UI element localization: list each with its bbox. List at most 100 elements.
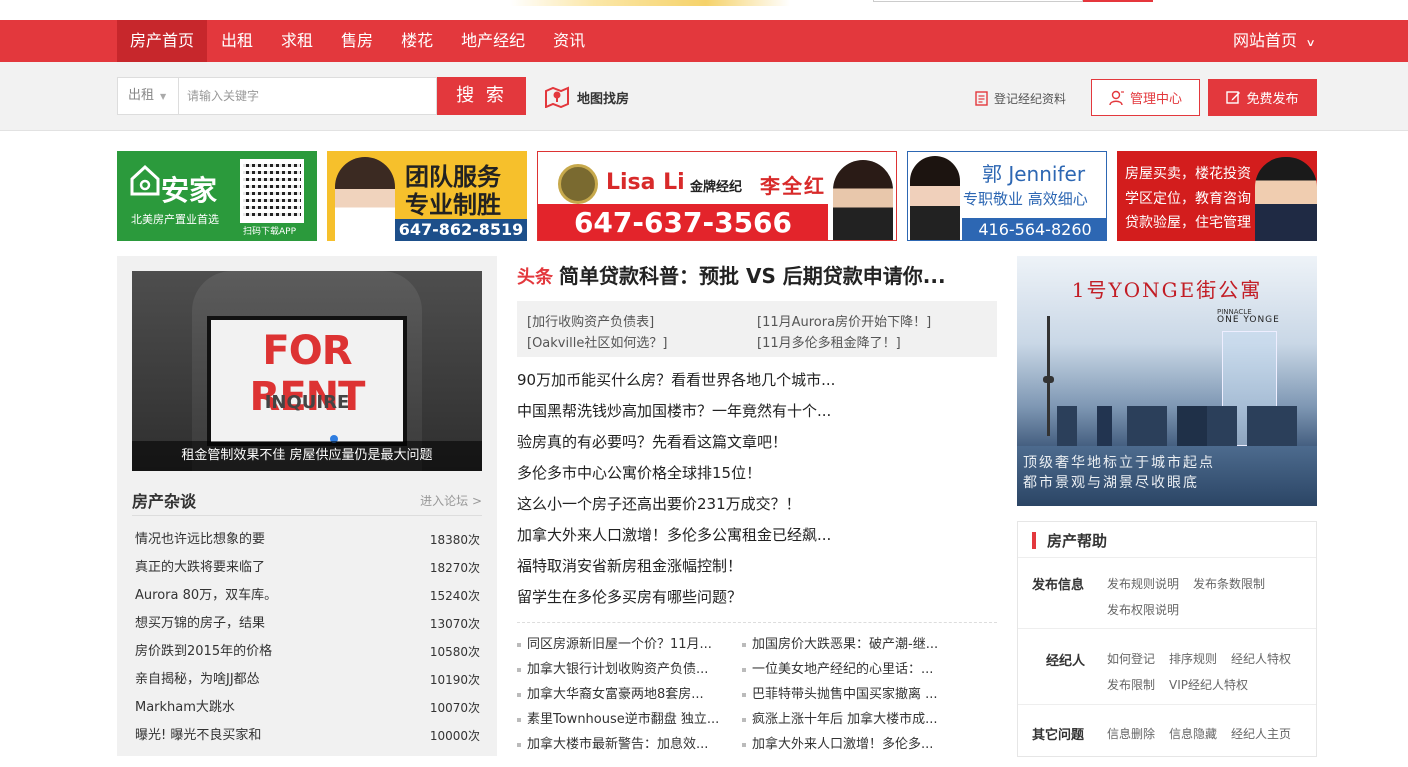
news-item[interactable]: 留学生在多伦多买房有哪些问题？ (517, 586, 997, 617)
feature-caption[interactable]: 租金管制效果不佳 房屋供应量仍是最大问题 (132, 441, 482, 471)
news-item[interactable]: 验房真的有必要吗？先看看这篇文章吧！ (517, 431, 997, 462)
forum-more-link[interactable]: 进入论坛 > (420, 492, 482, 509)
help-section-label: 其它问题 (1032, 728, 1085, 743)
help-header: 房产帮助 (1018, 522, 1316, 558)
help-accent-bar (1032, 532, 1036, 549)
register-agent-link[interactable]: 登记经纪资料 (975, 90, 1066, 107)
more-news-item[interactable]: 加国房价大跌恶果：破产潮-继... (742, 633, 938, 652)
help-link[interactable]: 信息删除 (1107, 725, 1155, 742)
banner-lisa-li[interactable]: Lisa Li 金牌经纪 李全红 647-637-3566 (537, 151, 897, 241)
forum-row[interactable]: 房价跌到2015年的价格 10580次 (135, 638, 480, 666)
news-list: 90万加币能买什么房？看看世界各地几个城市... 中国黑帮洗钱炒高加国楼市？一年… (517, 369, 997, 617)
forum-row[interactable]: 真正的大跌将要来临了 18270次 (135, 554, 480, 582)
banner-team-service[interactable]: 团队服务 专业制胜 647-862-8519 (327, 151, 527, 241)
more-news-item[interactable]: 加拿大楼市最新警告：加息效... (517, 733, 708, 752)
top-banner-fragment (510, 0, 790, 6)
service-line-1: 房屋买卖，楼花投资 (1125, 166, 1251, 182)
one-yonge-ad[interactable]: 1号YONGE街公寓 PINNACLE ONE YONGE 顶级奢华地标立于城市… (1017, 256, 1317, 506)
help-section-label: 发布信息 (1032, 578, 1085, 593)
feature-slideshow[interactable]: FOR RENT INQUIRE 租金管制效果不佳 房屋供应量仍是最大问题 (132, 271, 482, 471)
forum-row-title[interactable]: 曝光! 曝光不良买家和 (135, 722, 261, 750)
nav-item-agents[interactable]: 地产经纪 (447, 20, 539, 62)
free-publish-button[interactable]: 免费发布 (1208, 79, 1317, 116)
help-link[interactable]: 经纪人特权 (1231, 650, 1291, 667)
manage-center-label: 管理中心 (1129, 92, 1182, 107)
nav-item-news[interactable]: 资讯 (539, 20, 599, 62)
sub-link[interactable]: [11月Aurora房价开始下降！] (757, 311, 931, 330)
banner-jennifer[interactable]: 郭 Jennifer 专职敬业 高效细心 416-564-8260 (907, 151, 1107, 241)
homelife-emblem-icon (558, 164, 598, 204)
nav-item-home[interactable]: 房产首页 (117, 20, 208, 62)
search-button[interactable]: 搜 索 (437, 77, 526, 115)
forum-row-title[interactable]: 房价跌到2015年的价格 (135, 638, 272, 666)
forum-row[interactable]: 曝光! 曝光不良买家和 10000次 (135, 722, 480, 750)
register-agent-label: 登记经纪资料 (994, 92, 1067, 106)
more-news-item[interactable]: 巴菲特带头抛售中国买家撤离 ... (742, 683, 938, 702)
agent-photo (1255, 157, 1317, 241)
skyline-graphic (1017, 406, 1317, 446)
forum-row[interactable]: 想买万锦的房子，结果 13070次 (135, 610, 480, 638)
agent-chinese-name: 李全红 (760, 174, 826, 198)
news-item[interactable]: 加拿大外来人口激增！多伦多公寓租金已经飙... (517, 524, 997, 555)
agent-phone: 647-637-3566 (538, 204, 828, 240)
help-link[interactable]: 发布权限说明 (1107, 601, 1179, 618)
forum-row[interactable]: Markham大跳水 10070次 (135, 694, 480, 722)
agent-photo (910, 156, 960, 240)
help-link[interactable]: 经纪人主页 (1231, 725, 1291, 742)
agent-title: 金牌经纪 (690, 180, 743, 195)
ad-brand: ONE YONGE (1217, 315, 1280, 325)
more-news-item[interactable]: 素里Townhouse逆市翻盘 独立... (517, 708, 719, 727)
headline[interactable]: 头条 简单贷款科普：预批 VS 后期贷款申请你... (517, 260, 946, 289)
forum-row-title[interactable]: 真正的大跌将要来临了 (135, 554, 265, 582)
map-find-link[interactable]: 地图找房 (545, 86, 629, 108)
help-link[interactable]: 排序规则 (1169, 650, 1217, 667)
forum-row-title[interactable]: Aurora 80万，双车库。 (135, 582, 277, 610)
category-select[interactable]: 出租 ▼ (117, 77, 178, 115)
help-link[interactable]: 发布限制 (1107, 676, 1155, 693)
nav-item-rent[interactable]: 出租 (207, 20, 267, 62)
headline-title[interactable]: 简单贷款科普：预批 VS 后期贷款申请你... (559, 264, 946, 288)
sub-link[interactable]: [加行收购资产负债表] (527, 311, 654, 330)
site-home-label: 网站首页 (1233, 31, 1298, 50)
agent-photo (335, 157, 395, 241)
news-item[interactable]: 多伦多市中心公寓价格全球排15位！ (517, 462, 997, 493)
sub-link[interactable]: [Oakville社区如何选？] (527, 332, 667, 351)
news-item[interactable]: 中国黑帮洗钱炒高加国楼市？一年竟然有十个... (517, 400, 997, 431)
service-line-3: 贷款验屋，住宅管理 (1125, 215, 1251, 231)
news-item[interactable]: 90万加币能买什么房？看看世界各地几个城市... (517, 369, 997, 400)
banner-anjia-app[interactable]: 安家 北美房产置业首选 扫码下载APP (117, 151, 317, 241)
banner-real-estate-services[interactable]: 房屋买卖，楼花投资 学区定位，教育咨询 贷款验屋，住宅管理 (1117, 151, 1317, 241)
nav-item-sale[interactable]: 售房 (327, 20, 387, 62)
more-news-item[interactable]: 加拿大银行计划收购资产负债... (517, 658, 708, 677)
forum-row[interactable]: 情况也许远比想象的要 18380次 (135, 526, 480, 554)
more-news-item[interactable]: 加拿大华裔女富豪两地8套房... (517, 683, 704, 702)
site-home-dropdown[interactable]: 网站首页 ∨ (1233, 20, 1316, 62)
keyword-input[interactable]: 请输入关键字 (178, 77, 437, 115)
forum-row[interactable]: Aurora 80万，双车库。 15240次 (135, 582, 480, 610)
forum-row-title[interactable]: Markham大跳水 (135, 694, 235, 722)
forum-row[interactable]: 亲自揭秘，为啥JJ都怂 10190次 (135, 666, 480, 694)
help-link[interactable]: VIP经纪人特权 (1169, 676, 1248, 693)
document-icon (975, 91, 988, 106)
forum-row-count: 18380次 (429, 533, 480, 547)
forum-row-title[interactable]: 亲自揭秘，为啥JJ都怂 (135, 666, 260, 694)
help-link[interactable]: 发布规则说明 (1107, 575, 1179, 592)
more-news-item[interactable]: 疯涨上涨十年后 加拿大楼市成... (742, 708, 938, 727)
help-link[interactable]: 如何登记 (1107, 650, 1155, 667)
more-news-item[interactable]: 同区房源新旧屋一个价？11月... (517, 633, 712, 652)
team-phone: 647-862-8519 (395, 219, 527, 241)
forum-row-title[interactable]: 情况也许远比想象的要 (135, 526, 265, 554)
sub-link[interactable]: [11月多伦多租金降了！] (757, 332, 901, 351)
forum-row-title[interactable]: 想买万锦的房子，结果 (135, 610, 265, 638)
top-search-input[interactable] (873, 0, 1083, 2)
more-news-item[interactable]: 加拿大外来人口激增！多伦多... (742, 733, 933, 752)
help-link[interactable]: 发布条数限制 (1193, 575, 1265, 592)
manage-center-button[interactable]: 管理中心 (1091, 79, 1200, 116)
news-item[interactable]: 福特取消安省新房租金涨幅控制！ (517, 555, 997, 586)
help-link[interactable]: 信息隐藏 (1169, 725, 1217, 742)
top-search-button[interactable] (1083, 0, 1153, 2)
more-news-item[interactable]: 一位美女地产经纪的心里话：... (742, 658, 933, 677)
news-item[interactable]: 这么小一个房子还高出要价231万成交？！ (517, 493, 997, 524)
nav-item-presale[interactable]: 楼花 (387, 20, 447, 62)
nav-item-want-rent[interactable]: 求租 (267, 20, 327, 62)
